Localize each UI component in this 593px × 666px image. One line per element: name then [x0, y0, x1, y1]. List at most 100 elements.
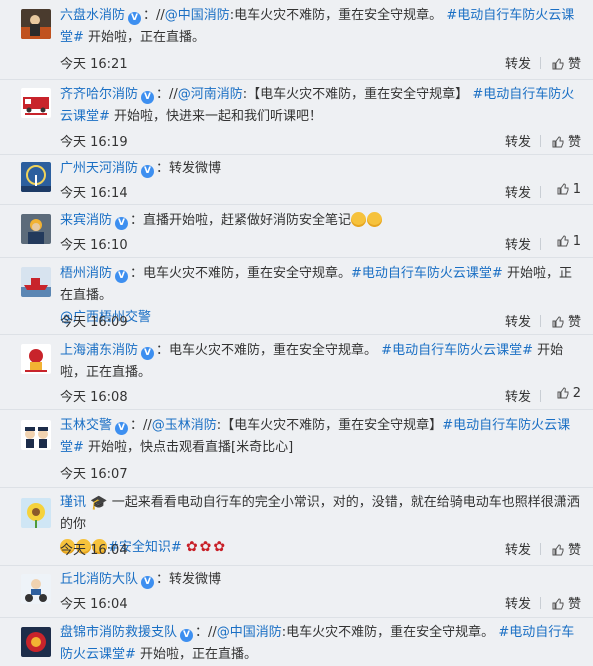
author-link[interactable]: 瑾讯: [60, 495, 86, 510]
post-text: 广州天河消防 V ：转发微博: [60, 161, 222, 178]
thumbs-up-icon: [552, 544, 564, 556]
post-text: 来宾消防 V ：直播开始啦，赶紧做好消防安全笔记: [60, 210, 581, 232]
thumbs-up-icon: [552, 136, 564, 148]
author-link[interactable]: 六盘水消防: [60, 8, 125, 23]
flower-avatar[interactable]: [21, 498, 51, 528]
post-text: 盘锦市消防救援支队 V ：//@中国消防:电车火灾不难防，重在安全守规章。 #电动自…: [60, 625, 575, 662]
forward-button[interactable]: 转发: [505, 182, 531, 201]
verified-icon: V: [115, 270, 129, 283]
verified-icon: V: [141, 347, 155, 360]
rose-icon: ✿: [199, 539, 212, 555]
like-button[interactable]: 赞: [552, 593, 581, 612]
post-time: 今天 16:19: [60, 135, 128, 150]
hashtag-link[interactable]: #电动自行车防火云课堂#: [381, 343, 533, 358]
post-time: 今天 16:04: [60, 543, 128, 558]
divider: [540, 315, 541, 327]
rose-icon: ✿: [185, 539, 198, 555]
author-link[interactable]: 广州天河消防: [60, 161, 138, 176]
post-text: 上海浦东消防 V ：电车火灾不难防，重在安全守规章。 #电动自行车防火云课堂# 开始…: [60, 343, 564, 380]
fire-truck-avatar[interactable]: [21, 88, 51, 118]
firefighter-avatar[interactable]: [21, 214, 51, 244]
author-link[interactable]: 盘锦市消防救援支队: [60, 625, 177, 640]
author-link[interactable]: 齐齐哈尔消防: [60, 87, 138, 102]
graduation-cap-icon: 🎓: [90, 495, 108, 511]
author-link[interactable]: 梧州消防: [60, 266, 112, 281]
thumbs-up-icon: [552, 598, 564, 610]
verified-icon: V: [115, 422, 129, 435]
post-time: 今天 16:09: [60, 315, 128, 330]
post-time: 今天 16:08: [60, 390, 128, 405]
post-text: 瑾讯 🎓 一起来看看电动自行车的完全小常识，对的，没错，就在给骑电动车也照样很潇…: [60, 492, 581, 559]
fire-badge-avatar[interactable]: [21, 627, 51, 657]
post-item: 六盘水消防 V ：//@中国消防:电车火灾不难防，重在安全守规章。 #电动自行车防火…: [0, 0, 593, 80]
motorcycle-avatar[interactable]: [21, 574, 51, 604]
forward-button[interactable]: 转发: [505, 53, 531, 72]
police-cartoon-avatar[interactable]: [21, 420, 51, 450]
forward-button[interactable]: 转发: [505, 593, 531, 612]
hashtag-link[interactable]: #电动自行车防火云课堂#: [351, 266, 503, 281]
mention-link[interactable]: @玉林消防: [152, 418, 217, 433]
divider: [540, 390, 541, 402]
author-link[interactable]: 丘北消防大队: [60, 572, 138, 587]
mention-link[interactable]: @中国消防: [165, 8, 230, 23]
forward-button[interactable]: 转发: [505, 234, 531, 253]
thumbs-up-icon: [552, 316, 564, 328]
post-item: 上海浦东消防 V ：电车火灾不难防，重在安全守规章。 #电动自行车防火云课堂# 开始…: [0, 335, 593, 410]
verified-icon: V: [128, 12, 142, 25]
forward-button[interactable]: 转发: [505, 311, 531, 330]
like-button[interactable]: 赞: [552, 539, 581, 558]
mascot-avatar[interactable]: [21, 344, 51, 374]
divider: [540, 238, 541, 250]
divider: [540, 57, 541, 69]
mention-link[interactable]: @河南消防: [178, 87, 243, 102]
post-text: 梧州消防 V ：电车火灾不难防，重在安全守规章。#电动自行车防火云课堂# 开始啦，正…: [60, 266, 572, 325]
post-item: 广州天河消防 V ：转发微博 今天 16:14 转发 1: [0, 155, 593, 205]
verified-icon: V: [141, 576, 155, 589]
post-item: 齐齐哈尔消防 V ：//@河南消防:【电车火灾不难防，重在安全守规章】 #电动自行车…: [0, 80, 593, 155]
verified-icon: V: [141, 91, 155, 104]
post-time: 今天 16:10: [60, 238, 128, 253]
post-time: 今天 16:04: [60, 597, 128, 612]
divider: [540, 135, 541, 147]
thumbs-up-icon: [557, 183, 569, 195]
post-item: 盘锦市消防救援支队 V ：//@中国消防:电车火灾不难防，重在安全守规章。 #电动自…: [0, 618, 593, 664]
post-time: 今天 16:14: [60, 186, 128, 201]
thumbs-up-icon: [552, 58, 564, 70]
mention-link[interactable]: @中国消防: [217, 625, 282, 640]
post-item: 梧州消防 V ：电车火灾不难防，重在安全守规章。#电动自行车防火云课堂# 开始啦，正…: [0, 258, 593, 335]
verified-icon: V: [115, 217, 129, 230]
author-link[interactable]: 来宾消防: [60, 213, 112, 228]
ship-avatar[interactable]: [21, 267, 51, 297]
thumbs-up-icon: [557, 235, 569, 247]
author-link[interactable]: 上海浦东消防: [60, 343, 138, 358]
post-item: 来宾消防 V ：直播开始啦，赶紧做好消防安全笔记 今天 16:10 转发 1: [0, 205, 593, 258]
post-text: 齐齐哈尔消防 V ：//@河南消防:【电车火灾不难防，重在安全守规章】 #电动自行车…: [60, 87, 575, 124]
divider: [540, 543, 541, 555]
firefighter-scene-avatar[interactable]: [21, 9, 51, 39]
divider: [540, 186, 541, 198]
post-item: 瑾讯 🎓 一起来看看电动自行车的完全小常识，对的，没错，就在给骑电动车也照样很潇…: [0, 488, 593, 566]
like-button[interactable]: 赞: [552, 53, 581, 72]
emoji-icon: [351, 212, 367, 227]
like-button[interactable]: 赞: [552, 131, 581, 150]
rose-icon: ✿: [213, 539, 226, 555]
forward-button[interactable]: 转发: [505, 131, 531, 150]
post-text: 丘北消防大队 V ：转发微博: [60, 572, 222, 589]
thumbs-up-icon: [557, 387, 569, 399]
post-text: 玉林交警 V ：//@玉林消防:【电车火灾不难防，重在安全守规章】#电动自行车防火云…: [60, 418, 571, 455]
like-button[interactable]: 1: [557, 182, 581, 197]
like-button[interactable]: 2: [557, 386, 581, 401]
emoji-icon: [367, 212, 383, 227]
verified-icon: V: [141, 165, 155, 178]
post-time: 今天 16:07: [60, 467, 128, 482]
verified-icon: V: [180, 629, 194, 642]
forward-button[interactable]: 转发: [505, 386, 531, 405]
ferris-wheel-avatar[interactable]: [21, 162, 51, 192]
post-item: 玉林交警 V ：//@玉林消防:【电车火灾不难防，重在安全守规章】#电动自行车防火云…: [0, 410, 593, 488]
divider: [540, 597, 541, 609]
like-button[interactable]: 赞: [552, 311, 581, 330]
like-button[interactable]: 1: [557, 234, 581, 249]
author-link[interactable]: 玉林交警: [60, 418, 112, 433]
forward-button[interactable]: 转发: [505, 539, 531, 558]
post-text: 六盘水消防 V ：//@中国消防:电车火灾不难防，重在安全守规章。 #电动自行车防火…: [60, 8, 575, 45]
